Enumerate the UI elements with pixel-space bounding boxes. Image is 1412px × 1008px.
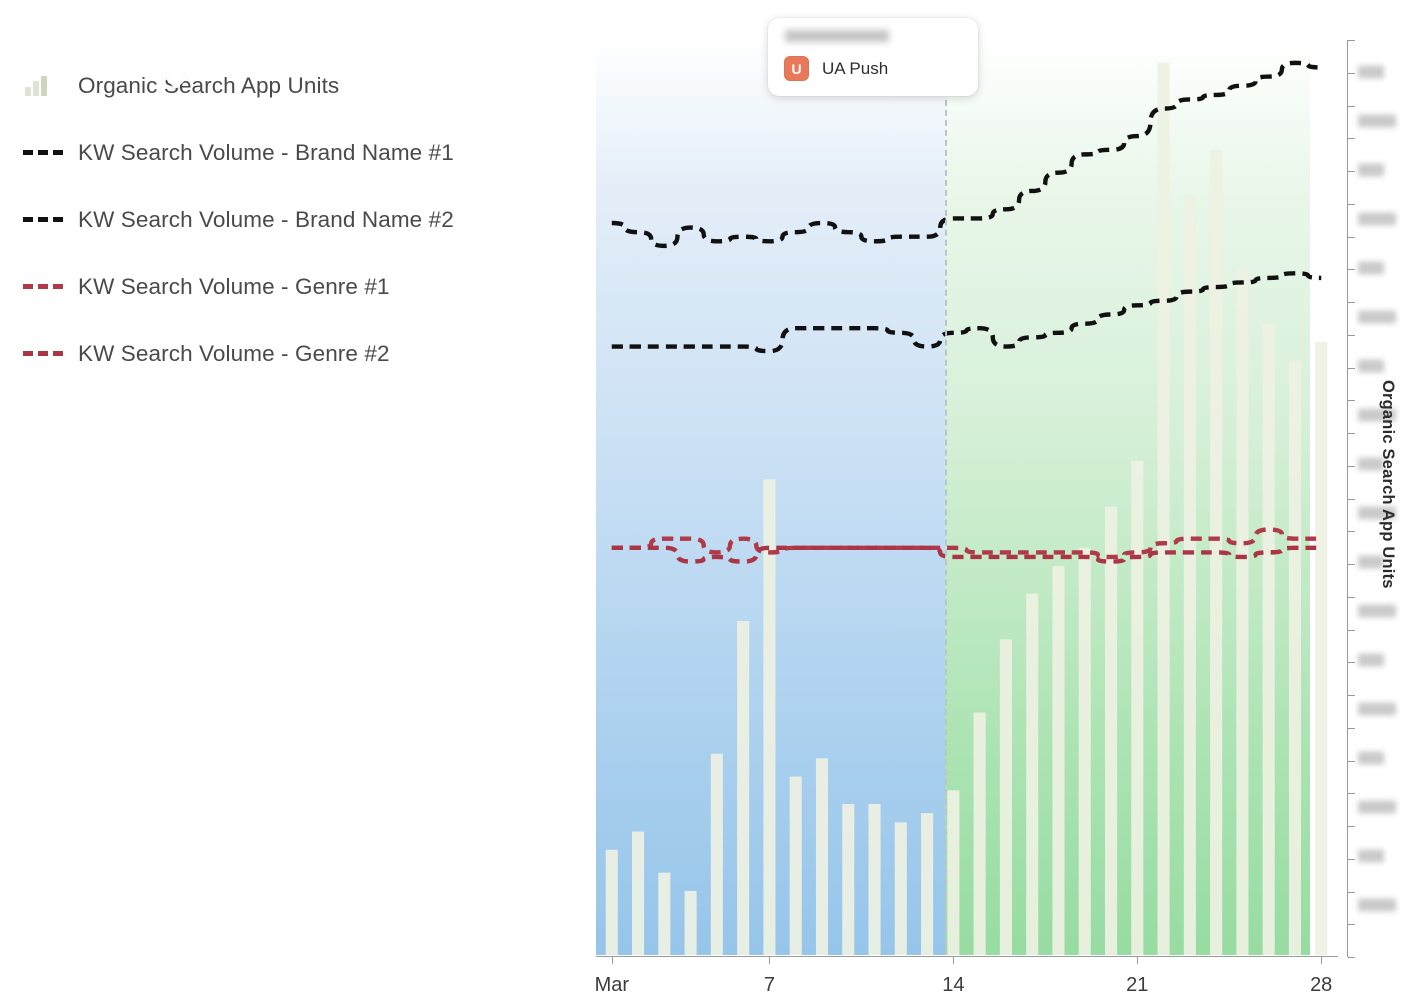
y-axis-tick bbox=[1348, 367, 1355, 369]
chart-legend: Organic Search App Units KW Search Volum… bbox=[22, 52, 542, 387]
y-axis-tick-label-redacted bbox=[1358, 65, 1384, 79]
legend-item-label: KW Search Volume - Genre #1 bbox=[78, 273, 390, 299]
legend-item-kw-genre-2[interactable]: KW Search Volume - Genre #2 bbox=[22, 320, 542, 387]
y-axis-tick-label-redacted bbox=[1358, 359, 1384, 373]
event-tooltip[interactable]: U UA Push bbox=[768, 18, 978, 96]
bars-icon bbox=[22, 75, 68, 97]
y-axis-tick bbox=[1348, 334, 1355, 336]
line-series[interactable] bbox=[611, 527, 1322, 560]
y-axis-title: Organic Search App Units bbox=[1379, 380, 1397, 589]
y-axis-tick bbox=[1348, 924, 1355, 926]
x-axis-tick-label: 21 bbox=[1126, 974, 1149, 996]
y-axis-tick bbox=[1348, 203, 1355, 205]
y-axis-tick bbox=[1348, 760, 1355, 762]
legend-item-kw-brand-name-1[interactable]: KW Search Volume - Brand Name #1 bbox=[22, 119, 542, 186]
y-axis-tick bbox=[1348, 858, 1355, 860]
y-axis-tick-label-redacted bbox=[1358, 163, 1384, 177]
y-axis-tick bbox=[1348, 629, 1355, 631]
x-axis-tick bbox=[769, 956, 771, 964]
dash-icon bbox=[22, 276, 68, 298]
y-axis-tick-label-redacted bbox=[1358, 800, 1396, 814]
y-axis-tick-label-redacted bbox=[1358, 114, 1396, 128]
line-series-layer bbox=[611, 60, 1322, 564]
legend-item-organic-search-app-units[interactable]: Organic Search App Units bbox=[22, 52, 542, 119]
y-axis-tick bbox=[1348, 498, 1355, 500]
y-axis-tick bbox=[1348, 662, 1355, 664]
y-axis-tick bbox=[1348, 596, 1355, 598]
y-axis-tick bbox=[1348, 465, 1355, 467]
event-marker-line[interactable] bbox=[945, 40, 947, 955]
y-axis-tick bbox=[1348, 40, 1355, 41]
legend-item-label: KW Search Volume - Genre #2 bbox=[78, 340, 390, 366]
y-axis-tick bbox=[1348, 171, 1355, 172]
x-axis-tick-label: Mar bbox=[594, 974, 630, 996]
dash-icon bbox=[22, 343, 68, 365]
legend-item-kw-brand-name-2[interactable]: KW Search Volume - Brand Name #2 bbox=[22, 186, 542, 253]
y-axis-tick bbox=[1348, 400, 1355, 402]
ua-push-icon: U bbox=[784, 56, 809, 81]
y-axis-tick bbox=[1348, 531, 1355, 533]
chart-plot-area bbox=[596, 40, 1337, 955]
x-axis-tick bbox=[1137, 956, 1139, 964]
x-axis-tick bbox=[1321, 956, 1323, 964]
legend-item-kw-genre-1[interactable]: KW Search Volume - Genre #1 bbox=[22, 253, 542, 320]
y-axis-tick-label-redacted bbox=[1358, 653, 1384, 667]
y-axis-tick-label-redacted bbox=[1358, 261, 1384, 275]
dash-icon bbox=[22, 142, 68, 164]
legend-item-label: Organic Search App Units bbox=[78, 72, 340, 98]
y-axis-tick bbox=[1348, 433, 1355, 434]
y-axis-tick bbox=[1348, 695, 1355, 696]
y-axis-tick bbox=[1348, 72, 1355, 74]
dash-icon bbox=[22, 209, 68, 231]
y-axis-tick-label-redacted bbox=[1358, 212, 1396, 226]
y-axis-tick bbox=[1348, 269, 1355, 271]
y-axis-tick bbox=[1348, 727, 1355, 729]
x-axis-tick-label: 28 bbox=[1310, 974, 1333, 996]
legend-item-label: KW Search Volume - Brand Name #2 bbox=[78, 206, 454, 232]
y-axis-tick bbox=[1348, 891, 1355, 893]
x-axis-tick-label: 7 bbox=[763, 974, 775, 996]
x-axis-tick bbox=[611, 956, 613, 964]
y-axis-tick bbox=[1348, 236, 1355, 238]
y-axis-tick-label-redacted bbox=[1358, 604, 1396, 618]
y-axis-tick bbox=[1348, 302, 1355, 303]
x-axis-line bbox=[596, 956, 1338, 957]
tooltip-event-label: UA Push bbox=[822, 58, 889, 78]
y-axis-tick-label-redacted bbox=[1358, 898, 1396, 912]
y-axis-tick bbox=[1348, 793, 1355, 795]
x-axis-tick-label: 14 bbox=[942, 974, 965, 996]
y-axis-tick-label-redacted bbox=[1358, 310, 1396, 324]
tooltip-date-redacted bbox=[785, 30, 889, 42]
legend-item-label: KW Search Volume - Brand Name #1 bbox=[78, 139, 454, 165]
y-axis-tick bbox=[1348, 564, 1355, 565]
x-axis-tick bbox=[953, 956, 955, 964]
y-axis-tick bbox=[1348, 105, 1355, 107]
y-axis-tick bbox=[1348, 826, 1355, 827]
y-axis-tick bbox=[1348, 957, 1355, 958]
y-axis-tick bbox=[1348, 138, 1355, 140]
y-axis-tick-label-redacted bbox=[1358, 702, 1396, 716]
line-series[interactable] bbox=[611, 271, 1322, 354]
y-axis-tick-label-redacted bbox=[1358, 751, 1384, 765]
y-axis-tick-label-redacted bbox=[1358, 849, 1384, 863]
